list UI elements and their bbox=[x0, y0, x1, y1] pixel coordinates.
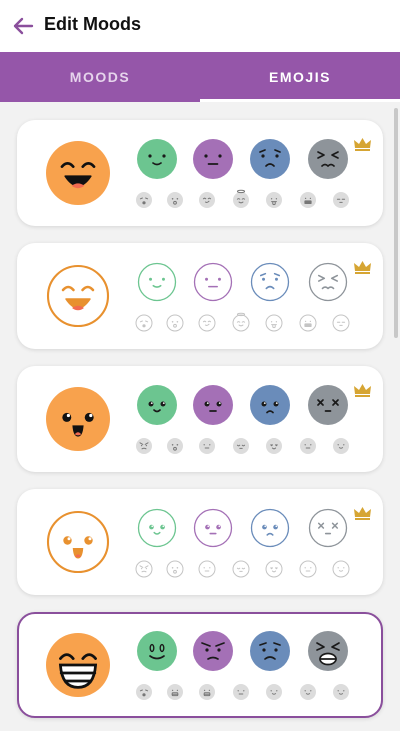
main-mood-icon[interactable] bbox=[46, 510, 110, 574]
mood-icon[interactable] bbox=[250, 385, 290, 425]
mood-icon[interactable] bbox=[308, 631, 348, 671]
premium-crown-icon bbox=[354, 261, 371, 274]
small-emoji-icon[interactable] bbox=[167, 438, 183, 454]
small-emoji-icon[interactable] bbox=[332, 314, 350, 332]
arrow-back-icon bbox=[13, 17, 34, 35]
emoji-set-preview bbox=[46, 261, 371, 332]
small-emoji-icon[interactable] bbox=[135, 314, 153, 332]
emoji-set-card[interactable] bbox=[17, 120, 383, 226]
mood-icon[interactable] bbox=[137, 385, 177, 425]
small-emoji-icon[interactable] bbox=[166, 560, 184, 578]
mood-icon[interactable] bbox=[308, 262, 348, 302]
small-emoji-icon[interactable] bbox=[233, 189, 249, 208]
small-emoji-icon[interactable] bbox=[135, 560, 153, 578]
premium-crown-icon bbox=[354, 384, 371, 397]
mood-icon[interactable] bbox=[137, 631, 177, 671]
small-emoji-icon[interactable] bbox=[233, 438, 249, 454]
mood-icon[interactable] bbox=[250, 508, 290, 548]
small-emoji-icon[interactable] bbox=[299, 314, 317, 332]
mood-icon[interactable] bbox=[250, 631, 290, 671]
page-title: Edit Moods bbox=[44, 14, 141, 34]
small-emoji-icon[interactable] bbox=[266, 438, 282, 454]
small-emoji-icon[interactable] bbox=[332, 560, 350, 578]
small-emoji-icon[interactable] bbox=[265, 560, 283, 578]
small-emoji-icon[interactable] bbox=[266, 192, 282, 208]
small-emoji-icon[interactable] bbox=[232, 312, 250, 332]
tab-emojis[interactable]: EMOJIS bbox=[200, 52, 400, 102]
mood-icon[interactable] bbox=[193, 508, 233, 548]
small-emoji-icon[interactable] bbox=[198, 560, 216, 578]
mood-icon[interactable] bbox=[137, 139, 177, 179]
mood-icon[interactable] bbox=[193, 139, 233, 179]
mood-icon[interactable] bbox=[137, 262, 177, 302]
mood-icon[interactable] bbox=[308, 139, 348, 179]
app-bar: Edit Moods bbox=[0, 0, 400, 52]
scrollbar[interactable] bbox=[394, 108, 398, 338]
mood-icon[interactable] bbox=[308, 385, 348, 425]
small-emoji-icon[interactable] bbox=[232, 560, 250, 578]
emoji-set-card[interactable] bbox=[17, 489, 383, 595]
emoji-set-card[interactable] bbox=[17, 243, 383, 349]
main-mood-icon[interactable] bbox=[46, 141, 110, 205]
emoji-set-preview bbox=[46, 631, 349, 700]
small-emoji-icon[interactable] bbox=[166, 314, 184, 332]
mood-icon[interactable] bbox=[137, 508, 177, 548]
small-emoji-icon[interactable] bbox=[300, 192, 316, 208]
small-emoji-icon[interactable] bbox=[136, 192, 152, 208]
small-emoji-icon[interactable] bbox=[266, 684, 282, 700]
premium-crown-icon bbox=[354, 507, 371, 520]
emoji-set-card[interactable] bbox=[17, 612, 383, 718]
mood-icon[interactable] bbox=[193, 385, 233, 425]
small-emoji-icon[interactable] bbox=[199, 684, 215, 700]
small-emoji-icon[interactable] bbox=[300, 684, 316, 700]
premium-crown-icon bbox=[354, 138, 371, 151]
mood-icon[interactable] bbox=[193, 631, 233, 671]
main-mood-icon[interactable] bbox=[46, 633, 110, 697]
small-emoji-icon[interactable] bbox=[167, 684, 183, 700]
mood-icon[interactable] bbox=[250, 139, 290, 179]
small-emoji-icon[interactable] bbox=[199, 438, 215, 454]
back-button[interactable] bbox=[10, 13, 36, 39]
emoji-set-card[interactable] bbox=[17, 366, 383, 472]
mood-icon[interactable] bbox=[193, 262, 233, 302]
small-emoji-icon[interactable] bbox=[167, 192, 183, 208]
small-emoji-icon[interactable] bbox=[333, 684, 349, 700]
small-emoji-icon[interactable] bbox=[333, 438, 349, 454]
emoji-set-preview bbox=[46, 384, 371, 454]
small-emoji-icon[interactable] bbox=[136, 684, 152, 700]
small-emoji-icon[interactable] bbox=[198, 314, 216, 332]
small-emoji-icon[interactable] bbox=[199, 192, 215, 208]
tab-bar: MOODS EMOJIS bbox=[0, 52, 400, 102]
emoji-set-preview bbox=[46, 507, 371, 578]
emoji-set-preview bbox=[46, 138, 371, 208]
small-emoji-icon[interactable] bbox=[136, 438, 152, 454]
small-emoji-icon[interactable] bbox=[233, 684, 249, 700]
main-mood-icon[interactable] bbox=[46, 264, 110, 328]
mood-icon[interactable] bbox=[308, 508, 348, 548]
small-emoji-icon[interactable] bbox=[299, 560, 317, 578]
mood-icon[interactable] bbox=[250, 262, 290, 302]
small-emoji-icon[interactable] bbox=[300, 438, 316, 454]
tab-moods[interactable]: MOODS bbox=[0, 52, 200, 102]
small-emoji-icon[interactable] bbox=[265, 314, 283, 332]
small-emoji-icon[interactable] bbox=[333, 192, 349, 208]
main-mood-icon[interactable] bbox=[46, 387, 110, 451]
